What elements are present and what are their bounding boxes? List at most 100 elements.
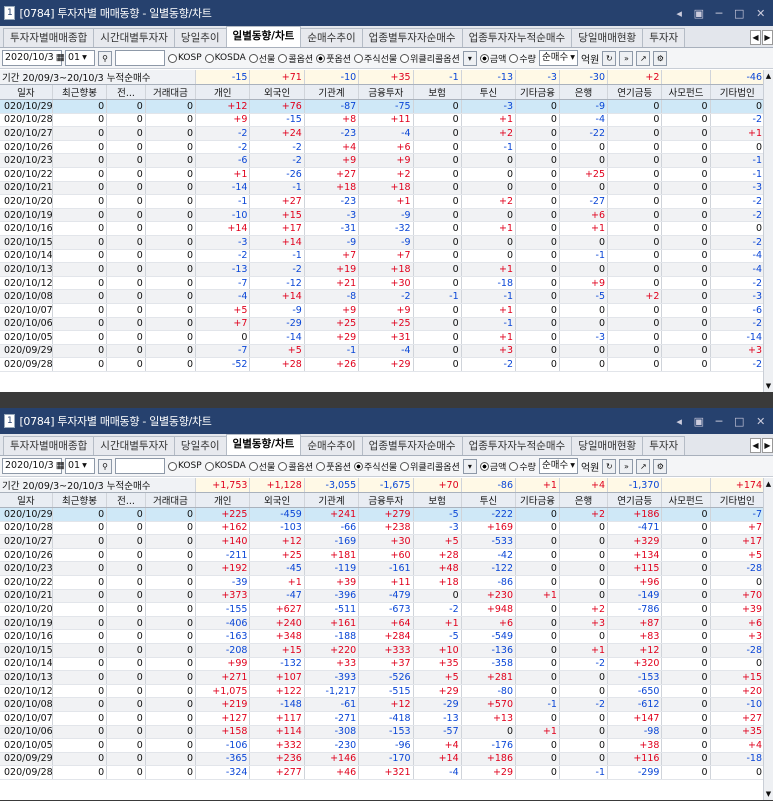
maximize-icon[interactable]: □	[734, 7, 744, 20]
unit-radio-0[interactable]: 금액	[479, 52, 506, 65]
tab-8[interactable]: 투자자	[642, 436, 686, 455]
tab-0[interactable]: 투자자별매매종합	[3, 436, 95, 455]
chevron-down-icon[interactable]: ▾	[82, 51, 87, 65]
tab-left-icon[interactable]: ◀	[750, 30, 761, 45]
tab-right-icon[interactable]: ▶	[762, 30, 773, 45]
vertical-scrollbar[interactable]: ▲ ▼	[763, 478, 773, 800]
table-row[interactable]: 020/10/05 0 0 0 0 -14 +29 +31 0 +1 0 -3 0 0 -14	[0, 330, 765, 345]
column-header[interactable]: 투신	[461, 84, 517, 100]
market-radio-5[interactable]: 주식선물	[354, 52, 397, 65]
column-header[interactable]: 사모펀드	[661, 492, 711, 508]
market-radio-1[interactable]: KOSDA	[204, 53, 246, 63]
market-radio-4[interactable]: 풋옵션	[316, 460, 351, 473]
tab-left-icon[interactable]: ◀	[750, 438, 761, 453]
column-header[interactable]: 거래대금	[145, 84, 197, 100]
period-range[interactable]: 기간 20/09/3~20/10/3 누적순매수	[0, 70, 197, 85]
column-header[interactable]: 전...	[106, 492, 146, 508]
table-row[interactable]: 020/10/28 0 0 0 +9 -15 +8 +11 0 +1 0 -4 0 0 -2	[0, 113, 765, 128]
column-header[interactable]: 기타법인	[710, 492, 765, 508]
mode-select[interactable]: 순매수 ▾	[538, 50, 578, 66]
tab-7[interactable]: 당일매매현황	[571, 28, 644, 47]
screen-icon[interactable]: ▣	[694, 7, 704, 20]
column-header[interactable]: 연기금등	[607, 84, 663, 100]
screen-icon[interactable]: ▣	[694, 415, 704, 428]
vertical-scrollbar[interactable]: ▲ ▼	[763, 70, 773, 392]
market-radio-0[interactable]: KOSP	[168, 53, 202, 63]
prev-icon[interactable]: ◂	[676, 7, 682, 20]
table-row[interactable]: 020/10/05 0 0 0 -106 +332 -230 -96 +4 -176 0 0 +38 0 +…	[0, 738, 765, 753]
tab-0[interactable]: 투자자별매매종합	[3, 28, 95, 47]
table-row[interactable]: 020/10/16 0 0 0 -163 +348 -188 +284 -5 -549 0 0 +83 0…	[0, 629, 765, 644]
tab-8[interactable]: 투자자	[642, 28, 686, 47]
table-row[interactable]: 020/09/28 0 0 0 -52 +28 +26 +29 0 -2 0 0 0 0 -2	[0, 357, 765, 372]
scroll-up-icon[interactable]: ▲	[764, 70, 773, 82]
table-row[interactable]: 020/10/23 0 0 0 -6 -2 +9 +9 0 0 0 0 0 0 -1	[0, 153, 765, 168]
table-row[interactable]: 020/10/29 0 0 0 +12 +76 -87 -75 0 -3 0 -9 0 0 0	[0, 99, 765, 114]
table-row[interactable]: 020/10/12 0 0 0 +1,075 +122 -1,217 -515 +29 -80 0 0…	[0, 684, 765, 699]
chart-icon[interactable]: ↗	[636, 50, 651, 66]
tab-7[interactable]: 당일매매현황	[571, 436, 644, 455]
close-icon[interactable]: ✕	[756, 7, 765, 20]
minimize-icon[interactable]: ─	[716, 7, 723, 20]
calendar-icon[interactable]: ▦	[56, 51, 65, 65]
gear-icon[interactable]: ⚙	[653, 458, 668, 474]
scroll-up-icon[interactable]: ▲	[764, 478, 773, 490]
table-row[interactable]: 020/10/29 0 0 0 +225 -459 +241 +279 -5 -222 0 +2 +18…	[0, 507, 765, 522]
market-radio-6[interactable]: 위클리콜옵션	[400, 460, 460, 473]
table-row[interactable]: 020/10/22 0 0 0 -39 +1 +39 +11 +18 -86 0 0 +96 0 0	[0, 575, 765, 590]
table-row[interactable]: 020/10/13 0 0 0 +271 +107 -393 -526 +5 +281 0 0 -153…	[0, 670, 765, 685]
table-row[interactable]: 020/10/15 0 0 0 -208 +15 +220 +333 +10 -136 0 +1 +12…	[0, 643, 765, 658]
column-header[interactable]: 기타금융	[515, 84, 560, 100]
tab-right-icon[interactable]: ▶	[762, 438, 773, 453]
code-name-input[interactable]	[115, 50, 165, 66]
table-row[interactable]: 020/10/28 0 0 0 +162 -103 -66 +238 -3 +169 0 0 -471 0…	[0, 521, 765, 536]
column-header[interactable]: 기타법인	[710, 84, 765, 100]
tab-3[interactable]: 일별동향/차트	[225, 434, 302, 455]
table-row[interactable]: 020/10/06 0 0 0 +7 -29 +25 +25 0 -1 0 0 0 0 -2	[0, 317, 765, 332]
tab-4[interactable]: 순매수추이	[300, 28, 363, 47]
column-header[interactable]: 최근향봉	[52, 492, 108, 508]
column-header[interactable]: 전...	[106, 84, 146, 100]
maximize-icon[interactable]: □	[734, 415, 744, 428]
market-radio-6[interactable]: 위클리콜옵션	[400, 52, 460, 65]
column-header[interactable]: 기관계	[304, 492, 360, 508]
column-header[interactable]: 기타금융	[515, 492, 560, 508]
column-header[interactable]: 개인	[195, 492, 251, 508]
column-header[interactable]: 금융투자	[358, 84, 414, 100]
period-range[interactable]: 기간 20/09/3~20/10/3 누적순매수	[0, 478, 197, 493]
tab-5[interactable]: 업종별투자자순매수	[361, 436, 463, 455]
table-row[interactable]: 020/10/27 0 0 0 -2 +24 -23 -4 0 +2 0 -22 0 0 +1	[0, 126, 765, 141]
tab-5[interactable]: 업종별투자자순매수	[361, 28, 463, 47]
table-row[interactable]: 020/10/07 0 0 0 +5 -9 +9 +9 0 +1 0 0 0 0 -6	[0, 303, 765, 318]
table-row[interactable]: 020/10/13 0 0 0 -13 -2 +19 +18 0 +1 0 0 0 0 -4	[0, 262, 765, 277]
table-row[interactable]: 020/10/26 0 0 0 -2 -2 +4 +6 0 -1 0 0 0 0 0	[0, 140, 765, 155]
table-row[interactable]: 020/10/16 0 0 0 +14 +17 -31 -32 0 +1 0 +1 0 0 0	[0, 221, 765, 236]
column-header[interactable]: 투신	[461, 492, 517, 508]
search-icon[interactable]: ⚲	[98, 50, 112, 66]
tab-6[interactable]: 업종투자자누적순매수	[461, 28, 573, 47]
table-row[interactable]: 020/10/22 0 0 0 +1 -26 +27 +2 0 0 0 +25 0 0 -1	[0, 167, 765, 182]
table-row[interactable]: 020/09/29 0 0 0 -7 +5 -1 -4 0 +3 0 0 0 0 +3	[0, 344, 765, 359]
table-row[interactable]: 020/10/14 0 0 0 -2 -1 +7 +7 0 0 0 -1 0 0 -4	[0, 249, 765, 264]
table-row[interactable]: 020/10/21 0 0 0 -14 -1 +18 +18 0 0 0 0 0 0 -3	[0, 181, 765, 196]
column-header[interactable]: 은행	[559, 84, 609, 100]
option-dropdown-icon[interactable]: ▾	[462, 50, 477, 66]
scroll-down-icon[interactable]: ▼	[764, 380, 773, 392]
table-row[interactable]: 020/10/23 0 0 0 +192 -45 -119 -161 +48 -122 0 0 +115…	[0, 561, 765, 576]
table-row[interactable]: 020/10/26 0 0 0 -211 +25 +181 +60 +28 -42 0 0 +134 0 +…	[0, 548, 765, 563]
tab-3[interactable]: 일별동향/차트	[225, 26, 302, 47]
market-code-select[interactable]: 01 ▾	[65, 458, 95, 474]
column-header[interactable]: 보험	[413, 492, 462, 508]
market-radio-4[interactable]: 풋옵션	[316, 52, 351, 65]
chevron-down-icon[interactable]: ▾	[82, 459, 87, 473]
unit-radio-1[interactable]: 수량	[509, 460, 536, 473]
column-header[interactable]: 기관계	[304, 84, 360, 100]
column-header[interactable]: 최근향봉	[52, 84, 108, 100]
table-row[interactable]: 020/09/28 0 0 0 -324 +277 +46 +321 -4 +29 0 -1 -299 0…	[0, 765, 765, 780]
unit-radio-0[interactable]: 금액	[479, 460, 506, 473]
scroll-down-icon[interactable]: ▼	[764, 788, 773, 800]
minimize-icon[interactable]: ─	[716, 415, 723, 428]
table-row[interactable]: 020/10/19 0 0 0 -406 +240 +161 +64 +1 +6 0 +3 +87 0 +6	[0, 616, 765, 631]
table-row[interactable]: 020/09/29 0 0 0 -365 +236 +146 -170 +14 +186 0 0 +11…	[0, 752, 765, 767]
table-row[interactable]: 020/10/06 0 0 0 +158 +114 -308 -153 -57 0 +1 0 -98 0 +…	[0, 725, 765, 740]
